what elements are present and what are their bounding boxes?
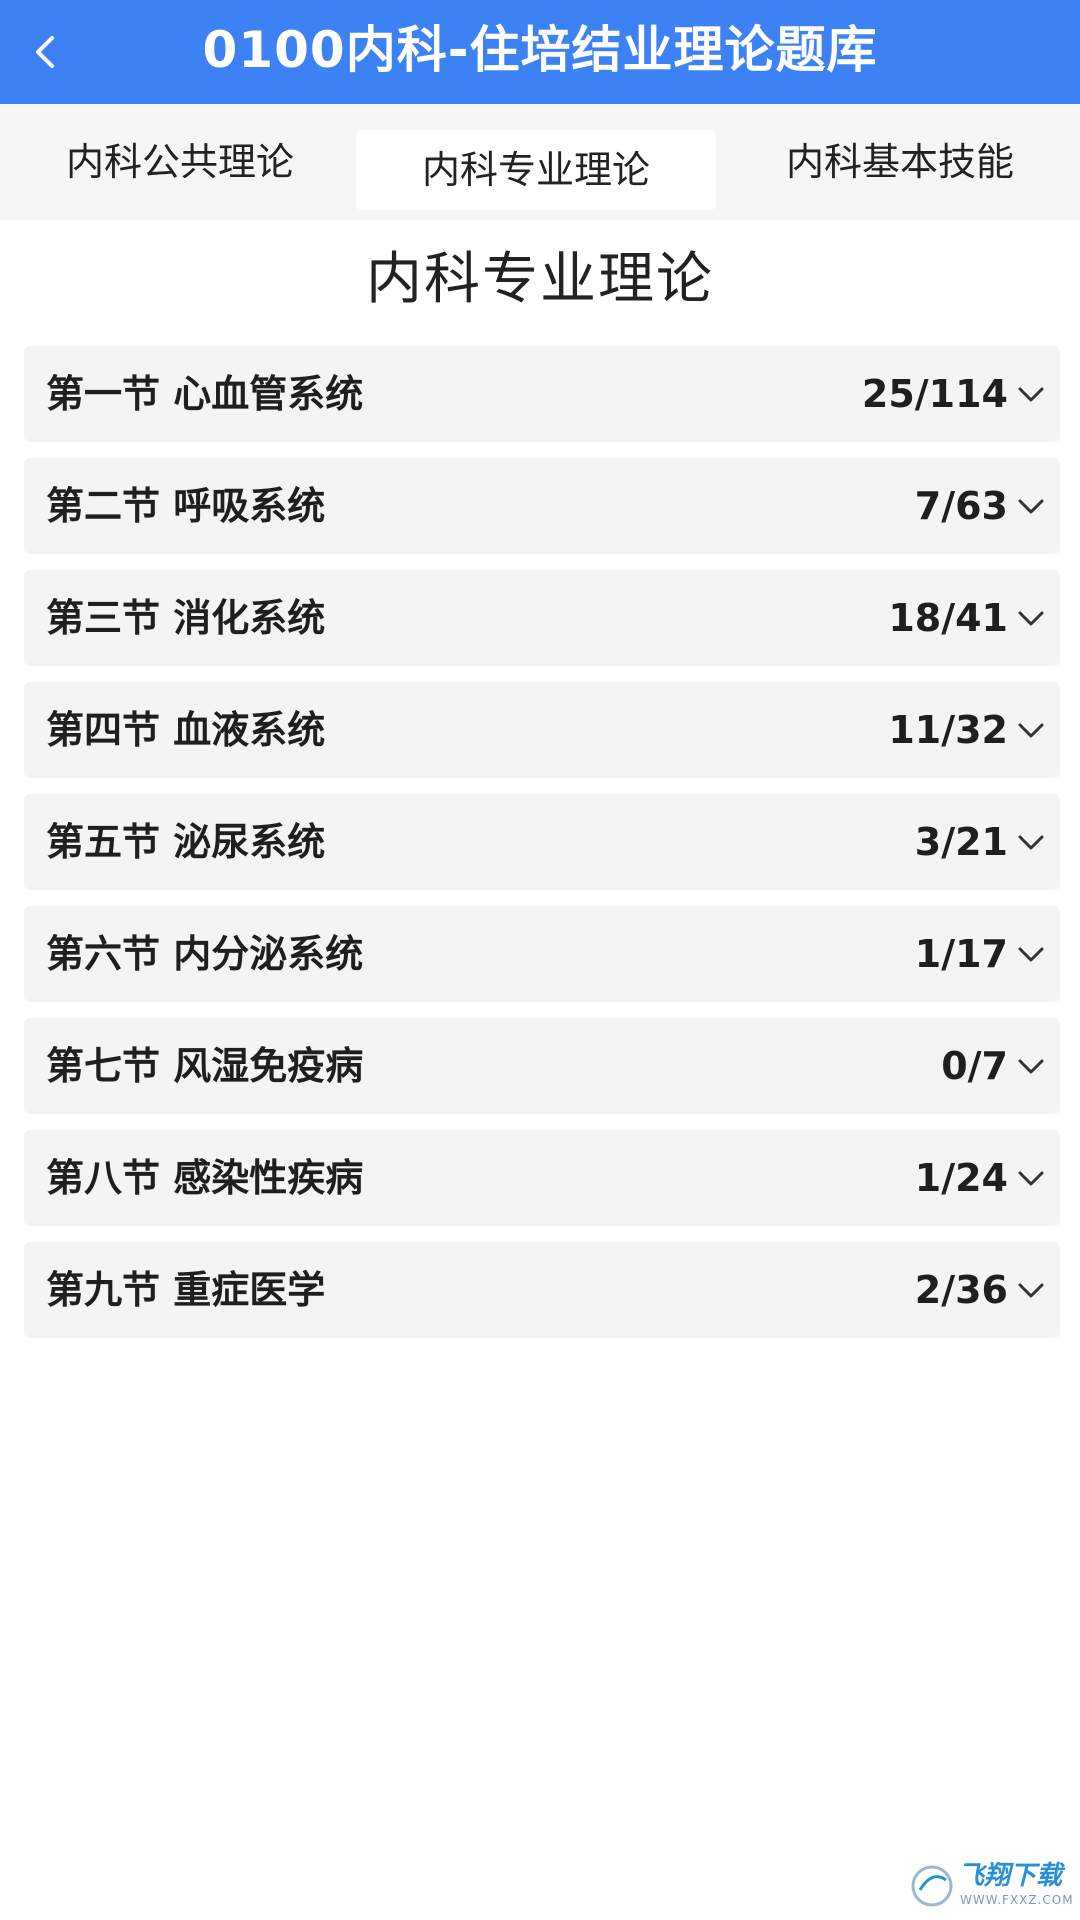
category-tab-bar: 内科公共理论 内科专业理论 内科基本技能 (0, 104, 1080, 220)
chapter-row[interactable]: 第三节 消化系统 18/41 (24, 570, 1060, 666)
chapter-title: 第三节 消化系统 (46, 596, 326, 640)
site-watermark: 飞翔下载 WWW.FXXZ.COM (910, 1858, 1073, 1912)
chevron-down-icon (1014, 1162, 1048, 1194)
chapter-row[interactable]: 第二节 呼吸系统 7/63 (24, 458, 1060, 554)
tab-specialty-theory[interactable]: 内科专业理论 (356, 130, 716, 210)
chapter-list: 第一节 心血管系统 25/114 第二节 呼吸系统 7/63 第三节 消化系统 … (24, 346, 1060, 1354)
chapter-progress: 11/32 (888, 708, 1008, 752)
chapter-title: 第五节 泌尿系统 (46, 820, 326, 864)
chapter-row[interactable]: 第八节 感染性疾病 1/24 (24, 1130, 1060, 1226)
watermark-text: 飞翔下载 (958, 1861, 1063, 1891)
chapter-progress: 2/36 (914, 1268, 1008, 1312)
chapter-progress: 7/63 (914, 484, 1008, 528)
chapter-title: 第一节 心血管系统 (46, 372, 364, 416)
chapter-row[interactable]: 第一节 心血管系统 25/114 (24, 346, 1060, 442)
section-heading: 内科专业理论 (366, 247, 714, 312)
chapter-title: 第八节 感染性疾病 (46, 1156, 364, 1200)
chapter-row[interactable]: 第五节 泌尿系统 3/21 (24, 794, 1060, 890)
chapter-progress: 25/114 (861, 372, 1008, 416)
chevron-down-icon (1014, 490, 1048, 522)
chapter-title: 第四节 血液系统 (46, 708, 326, 752)
chapter-row[interactable]: 第九节 重症医学 2/36 (24, 1242, 1060, 1338)
tab-label: 内科专业理论 (421, 148, 650, 192)
chapter-row[interactable]: 第七节 风湿免疫病 0/7 (24, 1018, 1060, 1114)
chevron-down-icon (1014, 378, 1048, 410)
page-title: 0100内科-住培结业理论题库 (202, 21, 878, 79)
tab-basic-skills[interactable]: 内科基本技能 (750, 134, 1050, 190)
chapter-progress: 3/21 (914, 820, 1008, 864)
chapter-title: 第六节 内分泌系统 (46, 932, 364, 976)
tab-public-theory[interactable]: 内科公共理论 (30, 134, 330, 190)
chevron-down-icon (1014, 714, 1048, 746)
chapter-progress: 1/24 (914, 1156, 1008, 1200)
chevron-down-icon (1014, 1274, 1048, 1306)
watermark-logo-icon (911, 1865, 953, 1907)
chapter-progress: 1/17 (914, 932, 1008, 976)
chapter-title: 第七节 风湿免疫病 (46, 1044, 364, 1088)
chevron-down-icon (1014, 938, 1048, 970)
watermark-url: WWW.FXXZ.COM (960, 1893, 1074, 1907)
chevron-down-icon (1014, 826, 1048, 858)
chapter-progress: 18/41 (888, 596, 1008, 640)
chapter-progress: 0/7 (941, 1044, 1008, 1088)
chapter-title: 第二节 呼吸系统 (46, 484, 326, 528)
chevron-down-icon (1014, 1050, 1048, 1082)
chapter-row[interactable]: 第六节 内分泌系统 1/17 (24, 906, 1060, 1002)
chevron-down-icon (1014, 602, 1048, 634)
chapter-row[interactable]: 第四节 血液系统 11/32 (24, 682, 1060, 778)
top-app-bar: 0100内科-住培结业理论题库 (0, 0, 1080, 104)
chapter-title: 第九节 重症医学 (46, 1268, 326, 1312)
